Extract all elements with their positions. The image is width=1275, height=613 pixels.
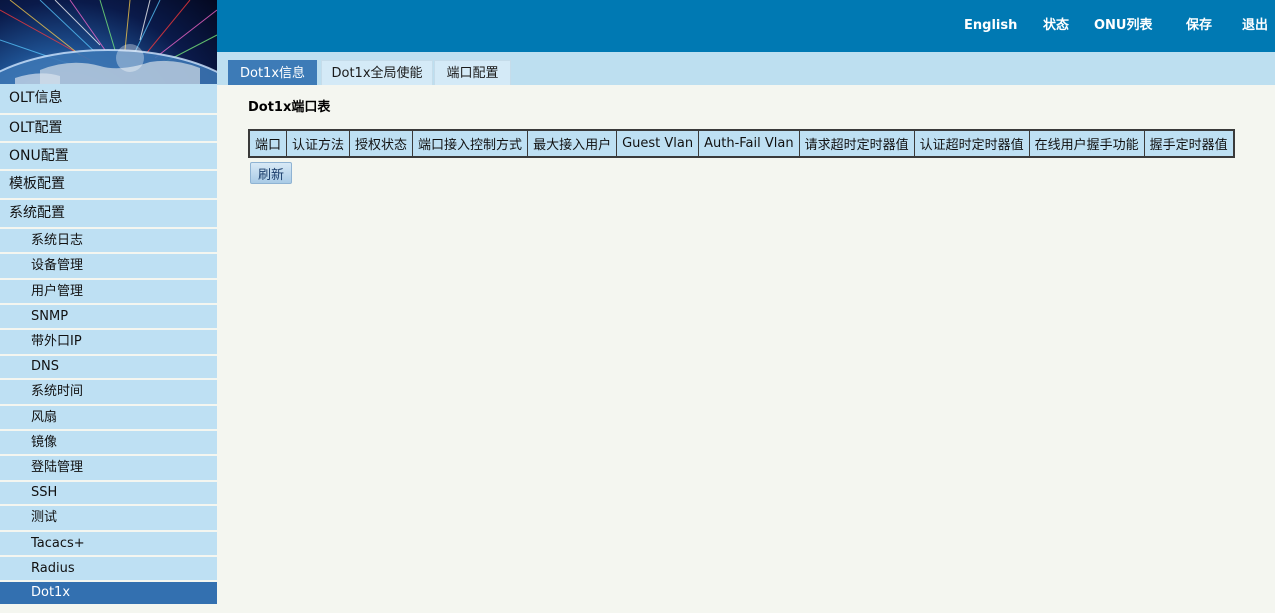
tab-dot1x-info[interactable]: Dot1x信息 [228,60,317,85]
nav-english-link[interactable]: English [964,0,1017,52]
column-header: 最大接入用户 [527,129,618,158]
column-header: Guest Vlan [616,129,700,158]
column-header: Auth-Fail Vlan [698,129,800,158]
nav-logout-link[interactable]: 退出 [1242,0,1268,52]
sidebar-item-test[interactable]: 测试 [0,506,217,532]
top-header: English 状态 ONU列表 保存 退出 [217,0,1275,52]
sidebar-item-onu-config[interactable]: ONU配置 [0,143,217,171]
sidebar: OLT信息 OLT配置 ONU配置 模板配置 系统配置 系统日志 设备管理 用户… [0,84,217,613]
sidebar-item-template-config[interactable]: 模板配置 [0,171,217,200]
sidebar-item-ssh[interactable]: SSH [0,482,217,506]
globe-logo [0,0,217,84]
column-header: 认证方法 [286,129,351,158]
column-header: 端口接入控制方式 [412,129,529,158]
tab-dot1x-global-enable[interactable]: Dot1x全局使能 [321,60,433,85]
sidebar-item-olt-config[interactable]: OLT配置 [0,115,217,143]
column-header: 端口 [248,129,288,158]
sidebar-item-user-management[interactable]: 用户管理 [0,280,217,305]
sidebar-item-mirror[interactable]: 镜像 [0,431,217,456]
sidebar-item-fan[interactable]: 风扇 [0,406,217,431]
sidebar-item-device-management[interactable]: 设备管理 [0,254,217,280]
column-header: 认证超时定时器值 [913,129,1030,158]
sidebar-item-outband-ip[interactable]: 带外口IP [0,330,217,356]
dot1x-port-table: 端口 认证方法 授权状态 端口接入控制方式 最大接入用户 Guest Vlan … [248,129,1235,158]
main-content: Dot1x端口表 端口 认证方法 授权状态 端口接入控制方式 最大接入用户 Gu… [217,85,1275,613]
nav-onu-list-link[interactable]: ONU列表 [1094,0,1153,52]
table-header-row: 端口 认证方法 授权状态 端口接入控制方式 最大接入用户 Guest Vlan … [248,129,1235,158]
sidebar-item-tacacs[interactable]: Tacacs+ [0,532,217,557]
page-title: Dot1x端口表 [248,100,331,115]
sidebar-item-snmp[interactable]: SNMP [0,305,217,330]
sidebar-item-system-log[interactable]: 系统日志 [0,229,217,254]
tab-strip: Dot1x信息 Dot1x全局使能 端口配置 [217,52,1275,85]
sidebar-item-login-management[interactable]: 登陆管理 [0,456,217,482]
globe-logo-graphic [0,0,217,84]
sidebar-item-olt-info[interactable]: OLT信息 [0,84,217,115]
column-header: 授权状态 [349,129,414,158]
sidebar-item-system-config[interactable]: 系统配置 [0,200,217,229]
nav-save-link[interactable]: 保存 [1186,0,1212,52]
sidebar-item-dot1x[interactable]: Dot1x [0,582,217,606]
nav-status-link[interactable]: 状态 [1043,0,1069,52]
sidebar-item-dns[interactable]: DNS [0,356,217,380]
sidebar-item-system-time[interactable]: 系统时间 [0,380,217,406]
refresh-button[interactable]: 刷新 [250,162,292,184]
column-header: 在线用户握手功能 [1028,129,1145,158]
tab-port-config[interactable]: 端口配置 [434,60,511,85]
column-header: 请求超时定时器值 [798,129,915,158]
column-header: 握手定时器值 [1143,129,1235,158]
sidebar-item-radius[interactable]: Radius [0,557,217,582]
